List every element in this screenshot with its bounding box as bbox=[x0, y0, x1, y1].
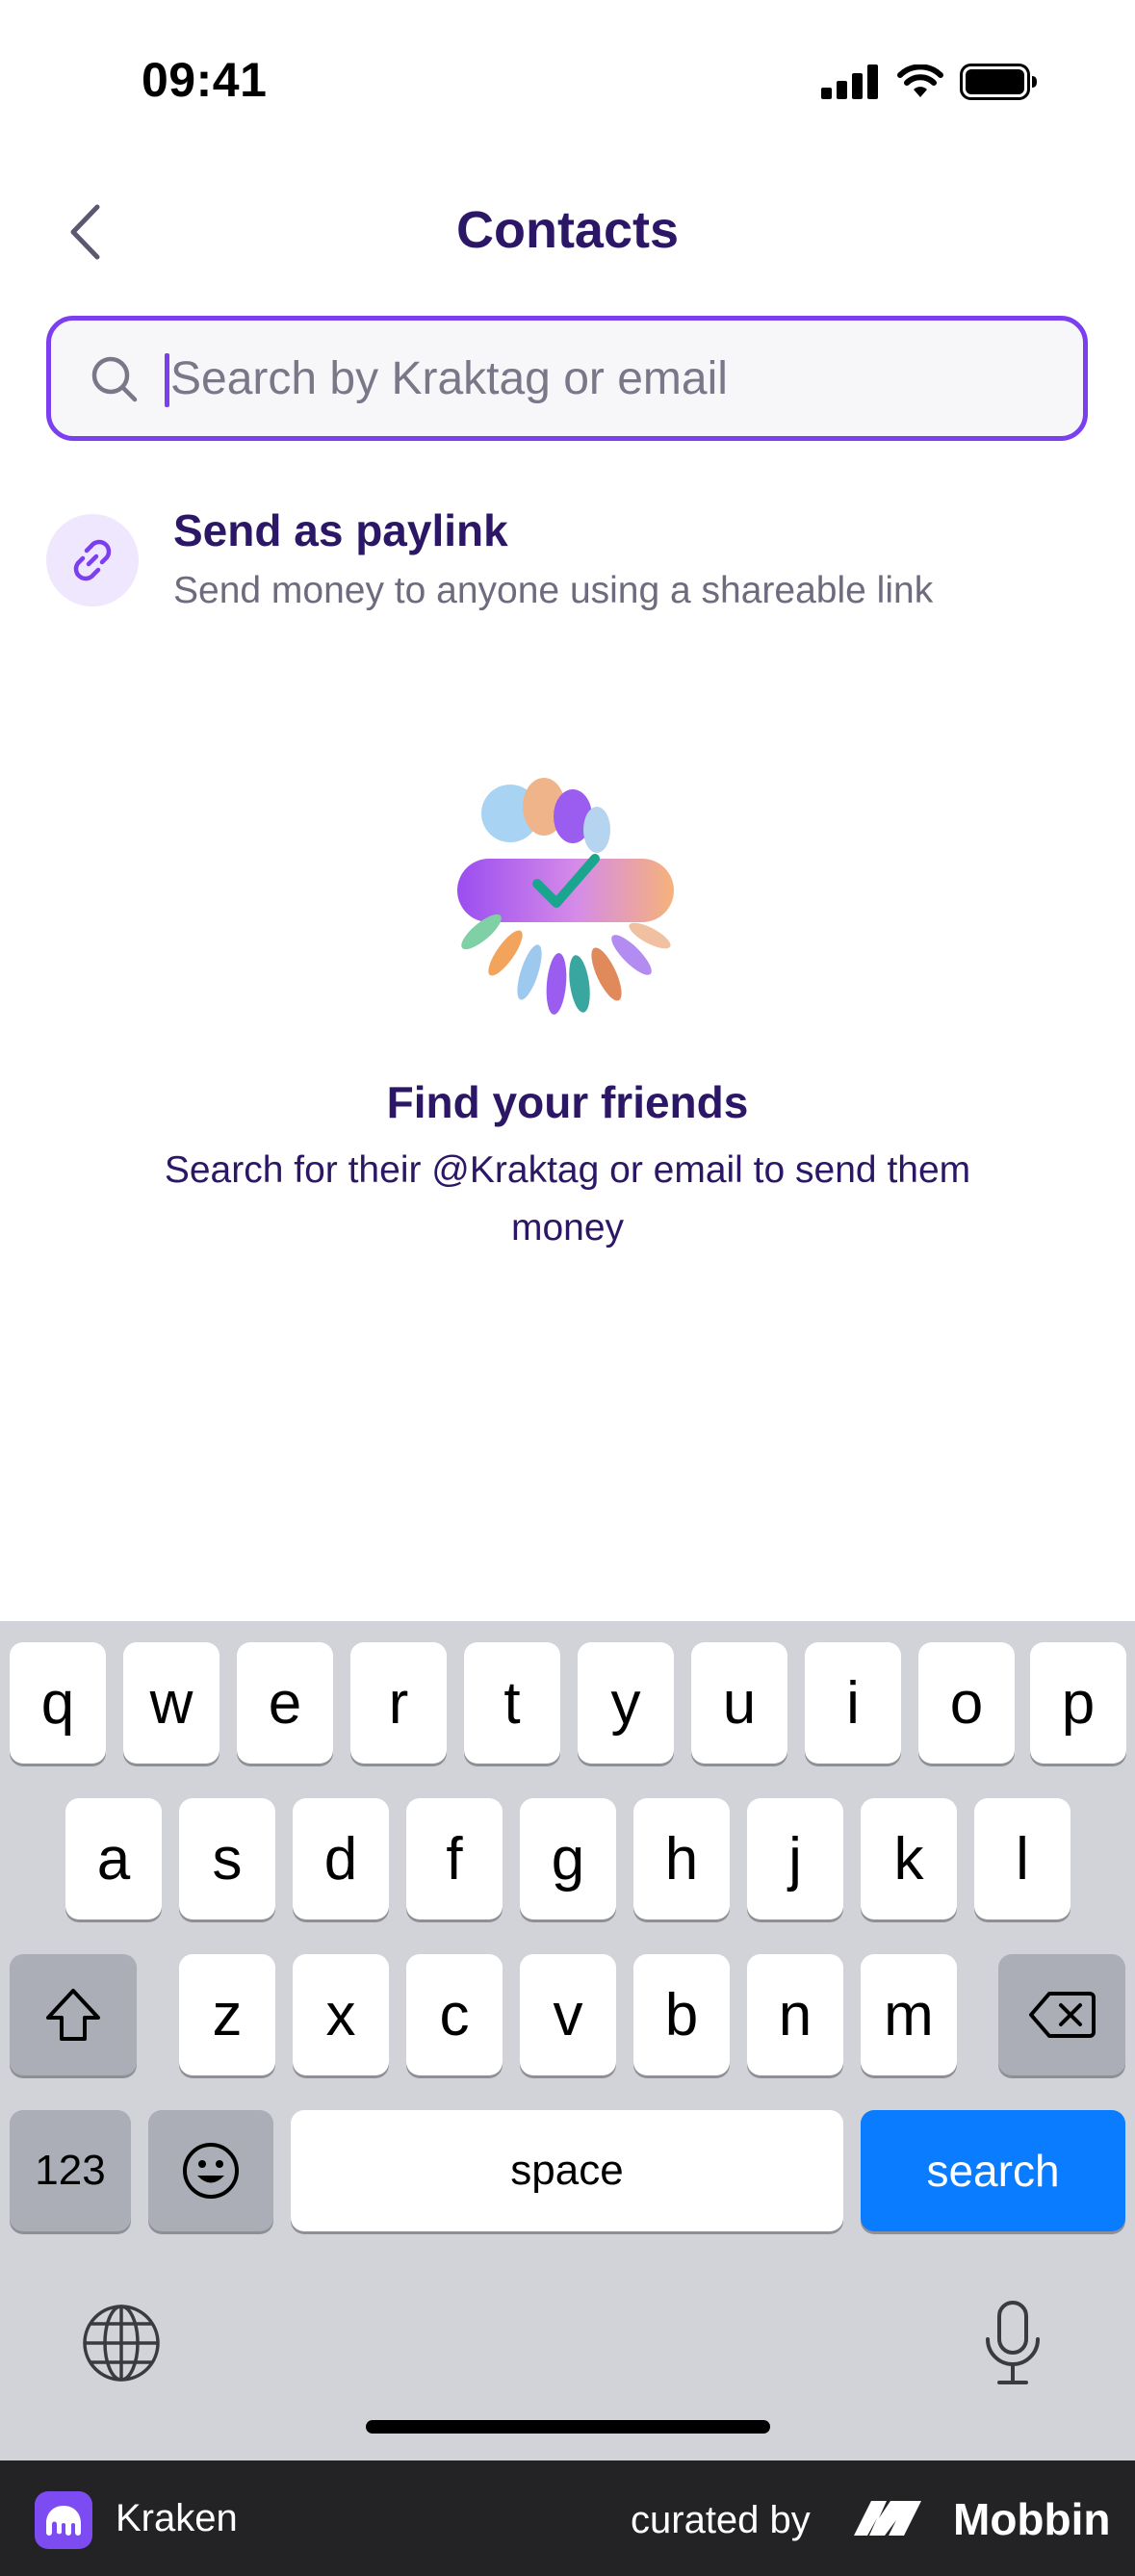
key-z[interactable]: z bbox=[179, 1954, 275, 2075]
paylink-icon-badge bbox=[46, 514, 139, 606]
key-b[interactable]: b bbox=[633, 1954, 730, 2075]
link-icon bbox=[73, 539, 112, 581]
footer-brand-name: Mobbin bbox=[953, 2494, 1111, 2544]
status-icons bbox=[821, 64, 1039, 100]
backspace-key[interactable] bbox=[998, 1954, 1125, 2075]
wifi-icon bbox=[897, 64, 943, 97]
home-indicator bbox=[366, 2420, 770, 2434]
key-n[interactable]: n bbox=[747, 1954, 843, 2075]
shift-icon bbox=[46, 1989, 100, 2041]
paylink-title: Send as paylink bbox=[173, 505, 508, 555]
key-s[interactable]: s bbox=[179, 1798, 275, 1919]
key-h[interactable]: h bbox=[633, 1798, 730, 1919]
footer-curated-by: curated by bbox=[631, 2499, 811, 2541]
search-field[interactable] bbox=[46, 316, 1088, 441]
key-p[interactable]: p bbox=[1030, 1642, 1126, 1764]
key-d[interactable]: d bbox=[293, 1798, 389, 1919]
microphone-icon[interactable] bbox=[982, 2299, 1044, 2387]
empty-state-description: Search for their @Kraktag or email to se… bbox=[164, 1149, 971, 1249]
search-key[interactable]: search bbox=[861, 2110, 1125, 2231]
status-time: 09:41 bbox=[142, 53, 268, 107]
key-c[interactable]: c bbox=[406, 1954, 503, 2075]
key-k[interactable]: k bbox=[861, 1798, 957, 1919]
key-q[interactable]: q bbox=[10, 1642, 106, 1764]
kraken-mark-icon bbox=[46, 2506, 81, 2536]
key-r[interactable]: r bbox=[350, 1642, 447, 1764]
onscreen-keyboard: q w e r t y u i o p a s d f g h j k l z … bbox=[0, 1621, 1135, 2460]
send-as-paylink-item[interactable]: Send as paylink Send money to anyone usi… bbox=[46, 501, 1088, 616]
empty-state-title: Find your friends bbox=[386, 1077, 749, 1127]
key-t[interactable]: t bbox=[464, 1642, 560, 1764]
shift-key[interactable] bbox=[10, 1954, 137, 2075]
space-key[interactable]: space bbox=[291, 2110, 843, 2231]
contacts-screen: 09:41 Contacts Search by Kraktag or emai… bbox=[0, 0, 1135, 2576]
key-j[interactable]: j bbox=[747, 1798, 843, 1919]
key-l[interactable]: l bbox=[974, 1798, 1071, 1919]
globe-icon[interactable] bbox=[81, 2303, 162, 2383]
cellular-signal-icon bbox=[821, 64, 878, 99]
key-m[interactable]: m bbox=[861, 1954, 957, 2075]
key-g[interactable]: g bbox=[520, 1798, 616, 1919]
mobbin-logo-icon bbox=[854, 2501, 921, 2536]
search-input[interactable] bbox=[170, 340, 1037, 417]
key-o[interactable]: o bbox=[918, 1642, 1015, 1764]
paylink-subtitle: Send money to anyone using a shareable l… bbox=[173, 570, 934, 611]
key-i[interactable]: i bbox=[805, 1642, 901, 1764]
key-f[interactable]: f bbox=[406, 1798, 503, 1919]
key-v[interactable]: v bbox=[520, 1954, 616, 2075]
key-x[interactable]: x bbox=[293, 1954, 389, 2075]
numbers-key[interactable]: 123 bbox=[10, 2110, 131, 2231]
page-title: Contacts bbox=[455, 201, 680, 259]
key-y[interactable]: y bbox=[578, 1642, 674, 1764]
find-friends-illustration bbox=[457, 778, 674, 1015]
battery-icon bbox=[960, 64, 1037, 100]
attribution-footer: Kraken curated by Mobbin bbox=[0, 2460, 1135, 2576]
key-u[interactable]: u bbox=[691, 1642, 787, 1764]
key-a[interactable]: a bbox=[65, 1798, 162, 1919]
search-icon bbox=[91, 356, 138, 402]
key-e[interactable]: e bbox=[237, 1642, 333, 1764]
key-w[interactable]: w bbox=[123, 1642, 219, 1764]
emoji-key[interactable] bbox=[148, 2110, 273, 2231]
emoji-icon bbox=[183, 2143, 239, 2199]
text-cursor bbox=[165, 353, 169, 407]
kraken-logo-icon bbox=[35, 2491, 92, 2549]
footer-app-name: Kraken bbox=[116, 2497, 238, 2539]
delete-icon bbox=[1029, 1992, 1096, 2038]
